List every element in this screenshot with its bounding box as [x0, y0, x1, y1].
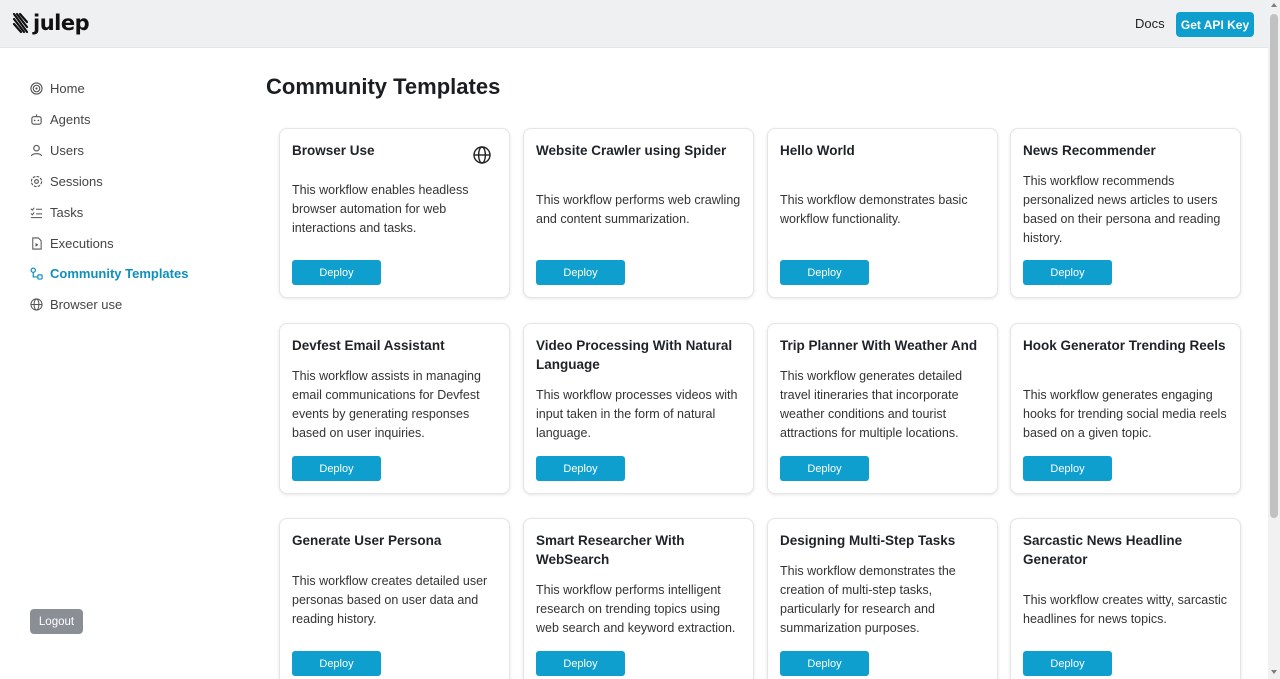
- target-icon: [29, 81, 43, 95]
- template-card: Sarcastic News Headline Generator This w…: [1010, 518, 1241, 679]
- deploy-button[interactable]: Deploy: [1023, 260, 1112, 285]
- template-card: Designing Multi-Step Tasks This workflow…: [767, 518, 998, 679]
- docs-link[interactable]: Docs: [1135, 16, 1165, 31]
- deploy-button[interactable]: Deploy: [780, 260, 869, 285]
- julep-logo-icon: [12, 12, 29, 34]
- page-title: Community Templates: [266, 74, 501, 99]
- sidebar-item-label: Users: [50, 142, 84, 158]
- template-description: This workflow processes videos with inpu…: [536, 388, 738, 440]
- sidebar-item-label: Agents: [50, 111, 91, 127]
- template-title: News Recommender: [1023, 143, 1156, 158]
- logout-button[interactable]: Logout: [30, 609, 83, 634]
- scroll-thumb[interactable]: [1270, 14, 1278, 518]
- deploy-button[interactable]: Deploy: [780, 456, 869, 481]
- sidebar-item-label: Home: [50, 80, 85, 96]
- template-description: This workflow creates detailed user pers…: [292, 574, 488, 626]
- deploy-button[interactable]: Deploy: [1023, 651, 1112, 676]
- globe-icon: [473, 146, 491, 169]
- template-card: Browser Use This workflow enables headle…: [279, 128, 510, 298]
- deploy-button[interactable]: Deploy: [1023, 456, 1112, 481]
- template-title: Generate User Persona: [292, 533, 442, 548]
- globe-icon: [29, 297, 43, 311]
- sidebar-item-agents[interactable]: Agents: [29, 109, 90, 129]
- sidebar-item-browser-use[interactable]: Browser use: [29, 294, 122, 314]
- user-icon: [29, 143, 43, 157]
- template-title: Video Processing With Natural Language: [536, 338, 733, 372]
- sidebar: Home Agents Users Sessions Tasks Executi…: [0, 48, 230, 679]
- sidebar-item-users[interactable]: Users: [29, 140, 84, 160]
- deploy-button[interactable]: Deploy: [292, 456, 381, 481]
- template-title: Smart Researcher With WebSearch: [536, 533, 685, 567]
- scroll-up-icon[interactable]: [1271, 3, 1277, 7]
- template-description: This workflow demonstrates basic workflo…: [780, 193, 968, 226]
- template-card: Generate User Persona This workflow crea…: [279, 518, 510, 679]
- template-card: Devfest Email Assistant This workflow as…: [279, 323, 510, 494]
- template-description: This workflow generates engaging hooks f…: [1023, 388, 1227, 440]
- template-card: News Recommender This workflow recommend…: [1010, 128, 1241, 298]
- top-bar: julep Docs Get API Key: [0, 0, 1268, 48]
- scroll-down-icon[interactable]: [1271, 670, 1277, 674]
- template-description: This workflow recommends personalized ne…: [1023, 174, 1221, 245]
- template-card: Video Processing With Natural Language T…: [523, 323, 754, 494]
- sidebar-item-label: Tasks: [50, 204, 84, 220]
- julep-logo[interactable]: julep: [12, 11, 90, 35]
- deploy-button[interactable]: Deploy: [292, 260, 381, 285]
- sidebar-item-label: Executions: [50, 235, 114, 251]
- template-description: This workflow demonstrates the creation …: [780, 564, 956, 635]
- template-title: Hook Generator Trending Reels: [1023, 338, 1226, 353]
- deploy-button[interactable]: Deploy: [536, 651, 625, 676]
- file-play-icon: [29, 236, 43, 250]
- deploy-button[interactable]: Deploy: [536, 260, 625, 285]
- sidebar-item-label: Community Templates: [50, 265, 189, 281]
- template-title: Browser Use: [292, 143, 375, 158]
- robot-icon: [29, 112, 43, 126]
- sidebar-item-tasks[interactable]: Tasks: [29, 202, 83, 222]
- template-card: Trip Planner With Weather And This workf…: [767, 323, 998, 494]
- template-title: Designing Multi-Step Tasks: [780, 533, 956, 548]
- template-title: Sarcastic News Headline Generator: [1023, 533, 1183, 567]
- template-title: Devfest Email Assistant: [292, 338, 445, 353]
- sidebar-item-sessions[interactable]: Sessions: [29, 171, 103, 191]
- template-card: Hello World This workflow demonstrates b…: [767, 128, 998, 298]
- template-title: Hello World: [780, 143, 855, 158]
- brand-name: julep: [33, 11, 90, 35]
- sidebar-item-community-templates[interactable]: Community Templates: [29, 263, 188, 283]
- template-description: This workflow enables headless browser a…: [292, 183, 469, 235]
- deploy-button[interactable]: Deploy: [536, 456, 625, 481]
- settings-icon: [29, 174, 43, 188]
- deploy-button[interactable]: Deploy: [292, 651, 381, 676]
- template-title: Trip Planner With Weather And: [780, 338, 978, 353]
- template-description: This workflow assists in managing email …: [292, 369, 481, 440]
- sidebar-item-home[interactable]: Home: [29, 78, 85, 98]
- sidebar-item-label: Sessions: [50, 173, 103, 189]
- get-api-key-button[interactable]: Get API Key: [1176, 12, 1254, 37]
- checklist-icon: [29, 205, 43, 219]
- workflow-icon: [29, 266, 43, 280]
- deploy-button[interactable]: Deploy: [780, 651, 869, 676]
- template-description: This workflow creates witty, sarcastic h…: [1023, 593, 1227, 626]
- template-title: Website Crawler using Spider: [536, 143, 727, 158]
- template-description: This workflow performs intelligent resea…: [536, 583, 736, 635]
- sidebar-item-label: Browser use: [50, 296, 123, 312]
- template-description: This workflow generates detailed travel …: [780, 369, 963, 440]
- template-card: Hook Generator Trending Reels This workf…: [1010, 323, 1241, 494]
- sidebar-item-executions[interactable]: Executions: [29, 233, 114, 253]
- template-card: Website Crawler using Spider This workfl…: [523, 128, 754, 298]
- template-description: This workflow performs web crawling and …: [536, 193, 741, 226]
- template-card: Smart Researcher With WebSearch This wor…: [523, 518, 754, 679]
- vertical-scrollbar[interactable]: [1268, 0, 1280, 679]
